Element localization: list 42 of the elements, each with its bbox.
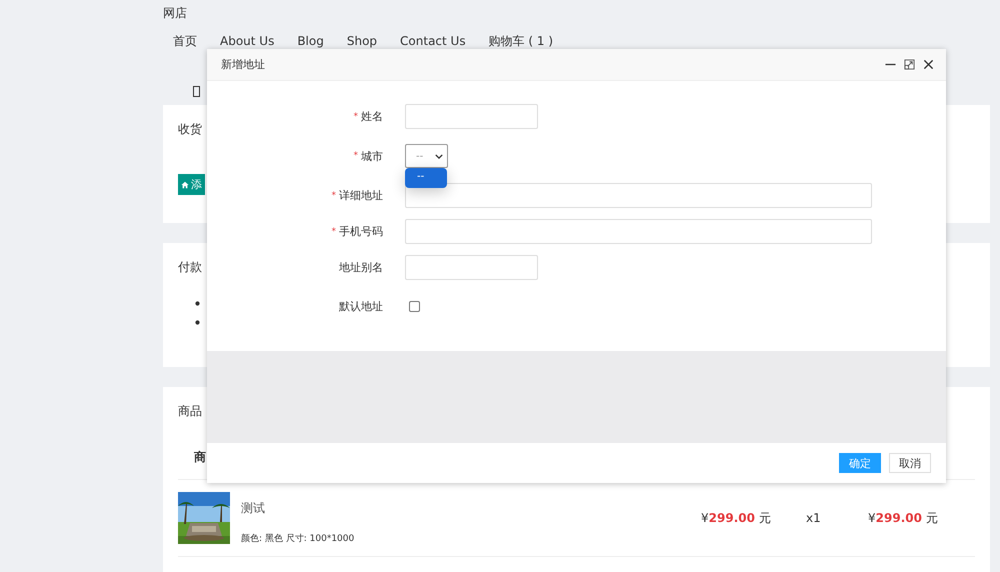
quantity: x1 xyxy=(806,511,822,525)
field-label: 城市 xyxy=(361,148,383,164)
field-label: 姓名 xyxy=(361,109,383,124)
total-price: ¥299.00 元 xyxy=(868,510,939,526)
unit-price: ¥299.00 元 xyxy=(701,510,772,526)
field-label: 地址别名 xyxy=(339,260,383,275)
close-icon[interactable] xyxy=(923,59,934,70)
product-spec: 颜色: 黑色 尺寸: 100*1000 xyxy=(241,532,354,544)
text-field[interactable] xyxy=(405,104,538,129)
column-header: 商 xyxy=(194,450,206,464)
bullet-icon xyxy=(195,320,200,325)
add-address-button[interactable]: 添 xyxy=(178,174,205,195)
site-title: 网店 xyxy=(163,5,187,22)
bullet-icon xyxy=(195,301,200,306)
home-icon xyxy=(181,180,189,188)
text-field[interactable] xyxy=(405,255,538,280)
dropdown-option[interactable]: -- xyxy=(405,168,447,188)
card-title: 付款 xyxy=(178,259,202,275)
field-label: 默认地址 xyxy=(339,299,383,314)
field-label: 详细地址 xyxy=(339,188,383,203)
text-field[interactable] xyxy=(405,219,872,244)
product-name: 测试 xyxy=(241,500,265,516)
nav-link[interactable]: 购物车 ( 1 ) xyxy=(478,32,564,50)
card-title: 商品 xyxy=(178,403,202,419)
maximize-icon[interactable] xyxy=(904,59,915,70)
field-label: 手机号码 xyxy=(339,224,383,239)
text-field[interactable] xyxy=(405,183,872,208)
cancel-button[interactable]: 取消 xyxy=(889,453,931,473)
nav-link[interactable]: Shop xyxy=(336,34,388,48)
chevron-icon xyxy=(435,154,443,158)
required-mark: * xyxy=(354,112,358,122)
required-mark: * xyxy=(332,226,336,236)
nav-link[interactable]: Contact Us xyxy=(390,34,476,48)
square-icon xyxy=(193,86,200,96)
dialog-title: 新增地址 xyxy=(221,57,265,72)
nav-link[interactable]: Blog xyxy=(287,34,334,48)
required-mark: * xyxy=(332,190,336,200)
nav-link[interactable]: 首页 xyxy=(163,32,207,50)
required-mark: * xyxy=(354,151,358,161)
checkbox[interactable] xyxy=(409,301,420,312)
nav-link[interactable]: About Us xyxy=(210,34,284,48)
card-title: 收货 xyxy=(178,121,202,137)
